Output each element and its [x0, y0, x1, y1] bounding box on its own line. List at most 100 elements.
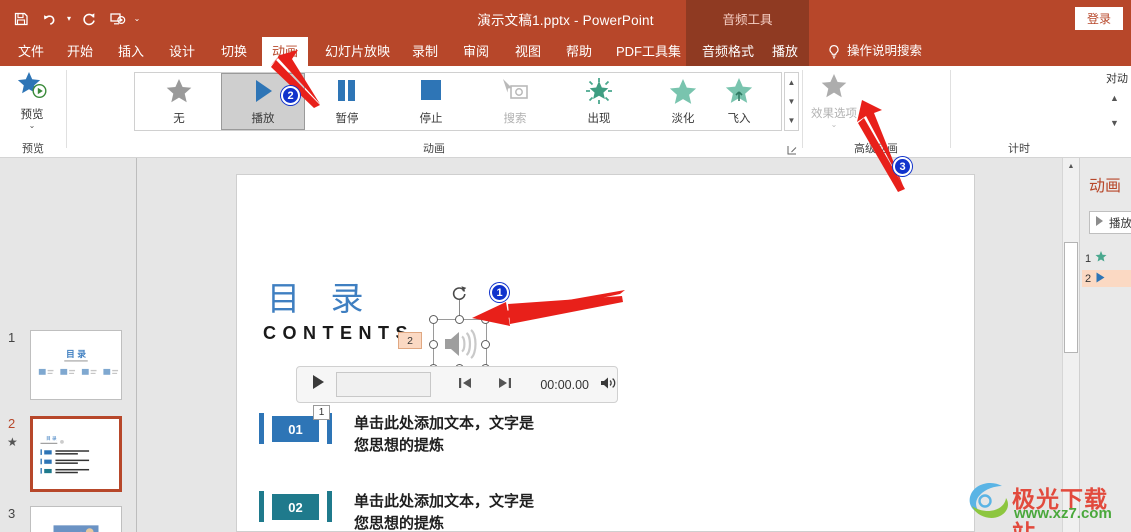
stop-square-icon: [416, 77, 446, 108]
play-icon: [1095, 216, 1104, 229]
tab-3[interactable]: 设计: [159, 37, 205, 66]
annotation-badge-3: 3: [893, 157, 912, 176]
playback-progress-track[interactable]: [336, 372, 432, 397]
reorder-animation-label: 对动: [1106, 73, 1128, 85]
slide-thumbnail-pane[interactable]: 1目 录2★目 录34: [0, 158, 137, 532]
content-number: 02: [272, 494, 319, 520]
thumbnail-animation-star-icon[interactable]: ★: [7, 435, 18, 449]
resize-handle-ne[interactable]: [481, 315, 490, 324]
ribbon-group-preview-label: 预览: [22, 143, 44, 155]
tab-13[interactable]: 播放: [762, 37, 808, 66]
tab-9[interactable]: 视图: [505, 37, 551, 66]
tab-8[interactable]: 审阅: [453, 37, 499, 66]
animation-gallery-item-7[interactable]: 飞入: [697, 73, 781, 130]
playback-time: 00:00.00: [540, 377, 589, 392]
slide-content-row-01[interactable]: 01 单击此处添加文本，文字是 您思想的提炼: [259, 413, 534, 457]
tab-5[interactable]: 动画: [262, 37, 309, 66]
annotation-badge-2: 2: [281, 86, 300, 105]
preview-button[interactable]: 预览 ⌄: [4, 70, 60, 132]
app-name: PowerPoint: [582, 13, 654, 28]
tab-7[interactable]: 录制: [402, 37, 448, 66]
rotate-handle-icon[interactable]: [450, 285, 469, 307]
seek-icon: [499, 77, 531, 108]
scroll-up-icon[interactable]: ▲: [1063, 158, 1079, 175]
animation-pane: 动画 播放 1 2: [1079, 158, 1131, 532]
resize-handle-n[interactable]: [455, 315, 464, 324]
move-later-button[interactable]: ▼: [1110, 118, 1119, 128]
animation-pane-item-2[interactable]: 2: [1082, 270, 1131, 287]
thumbnail-number-2: 2: [8, 416, 16, 431]
slide-vertical-scrollbar[interactable]: ▲: [1062, 158, 1079, 532]
audio-player-bar[interactable]: 00:00.00: [296, 366, 618, 403]
animation-gallery-item-4[interactable]: 搜索: [473, 73, 557, 130]
tab-2[interactable]: 插入: [108, 37, 154, 66]
slide-content-row-02[interactable]: 02 单击此处添加文本，文字是 您思想的提炼: [259, 491, 534, 532]
animation-dialog-launcher[interactable]: [787, 145, 798, 156]
slide-title-cn[interactable]: 目 录: [267, 272, 374, 320]
tab-6[interactable]: 幻灯片放映: [315, 37, 400, 66]
tab-0[interactable]: 文件: [8, 37, 54, 66]
animation-pane-item-1[interactable]: 1: [1082, 250, 1131, 267]
ribbon-group-advanced-animation: 添加动画 ⌄ 动画窗格 触发 ⌄ 动画刷 高级动画: [802, 66, 950, 158]
resize-handle-w[interactable]: [429, 340, 438, 349]
play-icon[interactable]: [311, 374, 325, 395]
step-forward-icon[interactable]: [497, 377, 512, 392]
animation-order-tag[interactable]: 1: [313, 405, 330, 420]
tab-1[interactable]: 开始: [57, 37, 103, 66]
animation-gallery-item-3[interactable]: 停止: [389, 73, 473, 130]
sign-in-button[interactable]: 登录: [1074, 7, 1123, 30]
slide-thumbnail-1[interactable]: 目 录: [30, 330, 122, 400]
animation-order-tag[interactable]: 2: [398, 332, 422, 349]
chevron-down-icon[interactable]: ⌄: [29, 122, 36, 130]
gallery-scroll-up-icon[interactable]: ▲: [785, 73, 798, 92]
content-text[interactable]: 单击此处添加文本，文字是 您思想的提炼: [354, 413, 534, 457]
content-number: 01: [272, 416, 319, 442]
tab-11[interactable]: PDF工具集: [606, 37, 691, 66]
undo-dropdown-icon[interactable]: ▾: [64, 14, 74, 23]
content-text[interactable]: 单击此处添加文本，文字是 您思想的提炼: [354, 491, 534, 532]
preview-button-label: 预览: [20, 109, 44, 121]
tab-12[interactable]: 音频格式: [692, 37, 764, 66]
animation-gallery-item-5[interactable]: 出现: [557, 73, 641, 130]
slide-canvas[interactable]: 目 录 CONTENTS 2 00:00.00 01 单击此处添加文本，文字是 …: [236, 174, 975, 532]
bracket-left: [259, 413, 264, 444]
tab-4[interactable]: 切换: [211, 37, 257, 66]
tell-me-search[interactable]: 操作说明搜索: [827, 37, 922, 66]
animation-gallery-item-label: 出现: [587, 113, 611, 125]
gallery-scroll-buttons[interactable]: ▲ ▼ ▼: [784, 72, 799, 131]
star-green-icon: [1095, 251, 1107, 266]
redo-icon[interactable]: [76, 6, 102, 31]
animation-pane-play-label: 播放: [1109, 217, 1131, 230]
audio-speaker-icon[interactable]: [442, 327, 479, 364]
step-back-icon[interactable]: [458, 377, 473, 392]
content-text-line2: 您思想的提炼: [354, 515, 445, 532]
play-blue-icon: [1095, 272, 1106, 286]
customize-qat-icon[interactable]: ⌄: [132, 14, 142, 23]
start-slideshow-icon[interactable]: [104, 6, 130, 31]
content-text-line1: 单击此处添加文本，文字是: [354, 493, 535, 510]
animation-pane-title: 动画: [1089, 178, 1122, 195]
ribbon-group-animation-label: 动画: [423, 143, 445, 155]
animation-pane-play-button[interactable]: 播放: [1089, 211, 1131, 234]
appear-burst-icon: [583, 77, 615, 108]
gallery-more-icon[interactable]: ▼: [785, 111, 798, 130]
gallery-scroll-down-icon[interactable]: ▼: [785, 92, 798, 111]
resize-handle-e[interactable]: [481, 340, 490, 349]
volume-icon[interactable]: [600, 376, 617, 393]
animation-gallery[interactable]: 无 播放 暂停 停止 搜索 出现 淡化 飞入: [134, 72, 782, 131]
tab-10[interactable]: 帮助: [556, 37, 602, 66]
preview-star-play-icon: [15, 70, 49, 105]
undo-icon[interactable]: [36, 6, 62, 31]
move-earlier-button[interactable]: ▲: [1110, 93, 1119, 103]
slide-title-en[interactable]: CONTENTS: [263, 323, 414, 344]
animation-gallery-item-0[interactable]: 无: [137, 73, 221, 130]
slide-thumbnail-3[interactable]: [30, 506, 122, 532]
audio-object-selection[interactable]: 2: [398, 286, 490, 373]
scrollbar-thumb[interactable]: [1064, 242, 1078, 353]
resize-handle-nw[interactable]: [429, 315, 438, 324]
animation-gallery-item-2[interactable]: 暂停: [305, 73, 389, 130]
ribbon-group-preview: 预览 ⌄ 预览: [0, 66, 66, 158]
ribbon-group-timing-label: 计时: [1008, 143, 1030, 155]
slide-thumbnail-2[interactable]: 目 录: [30, 416, 122, 492]
save-icon[interactable]: [8, 6, 34, 31]
